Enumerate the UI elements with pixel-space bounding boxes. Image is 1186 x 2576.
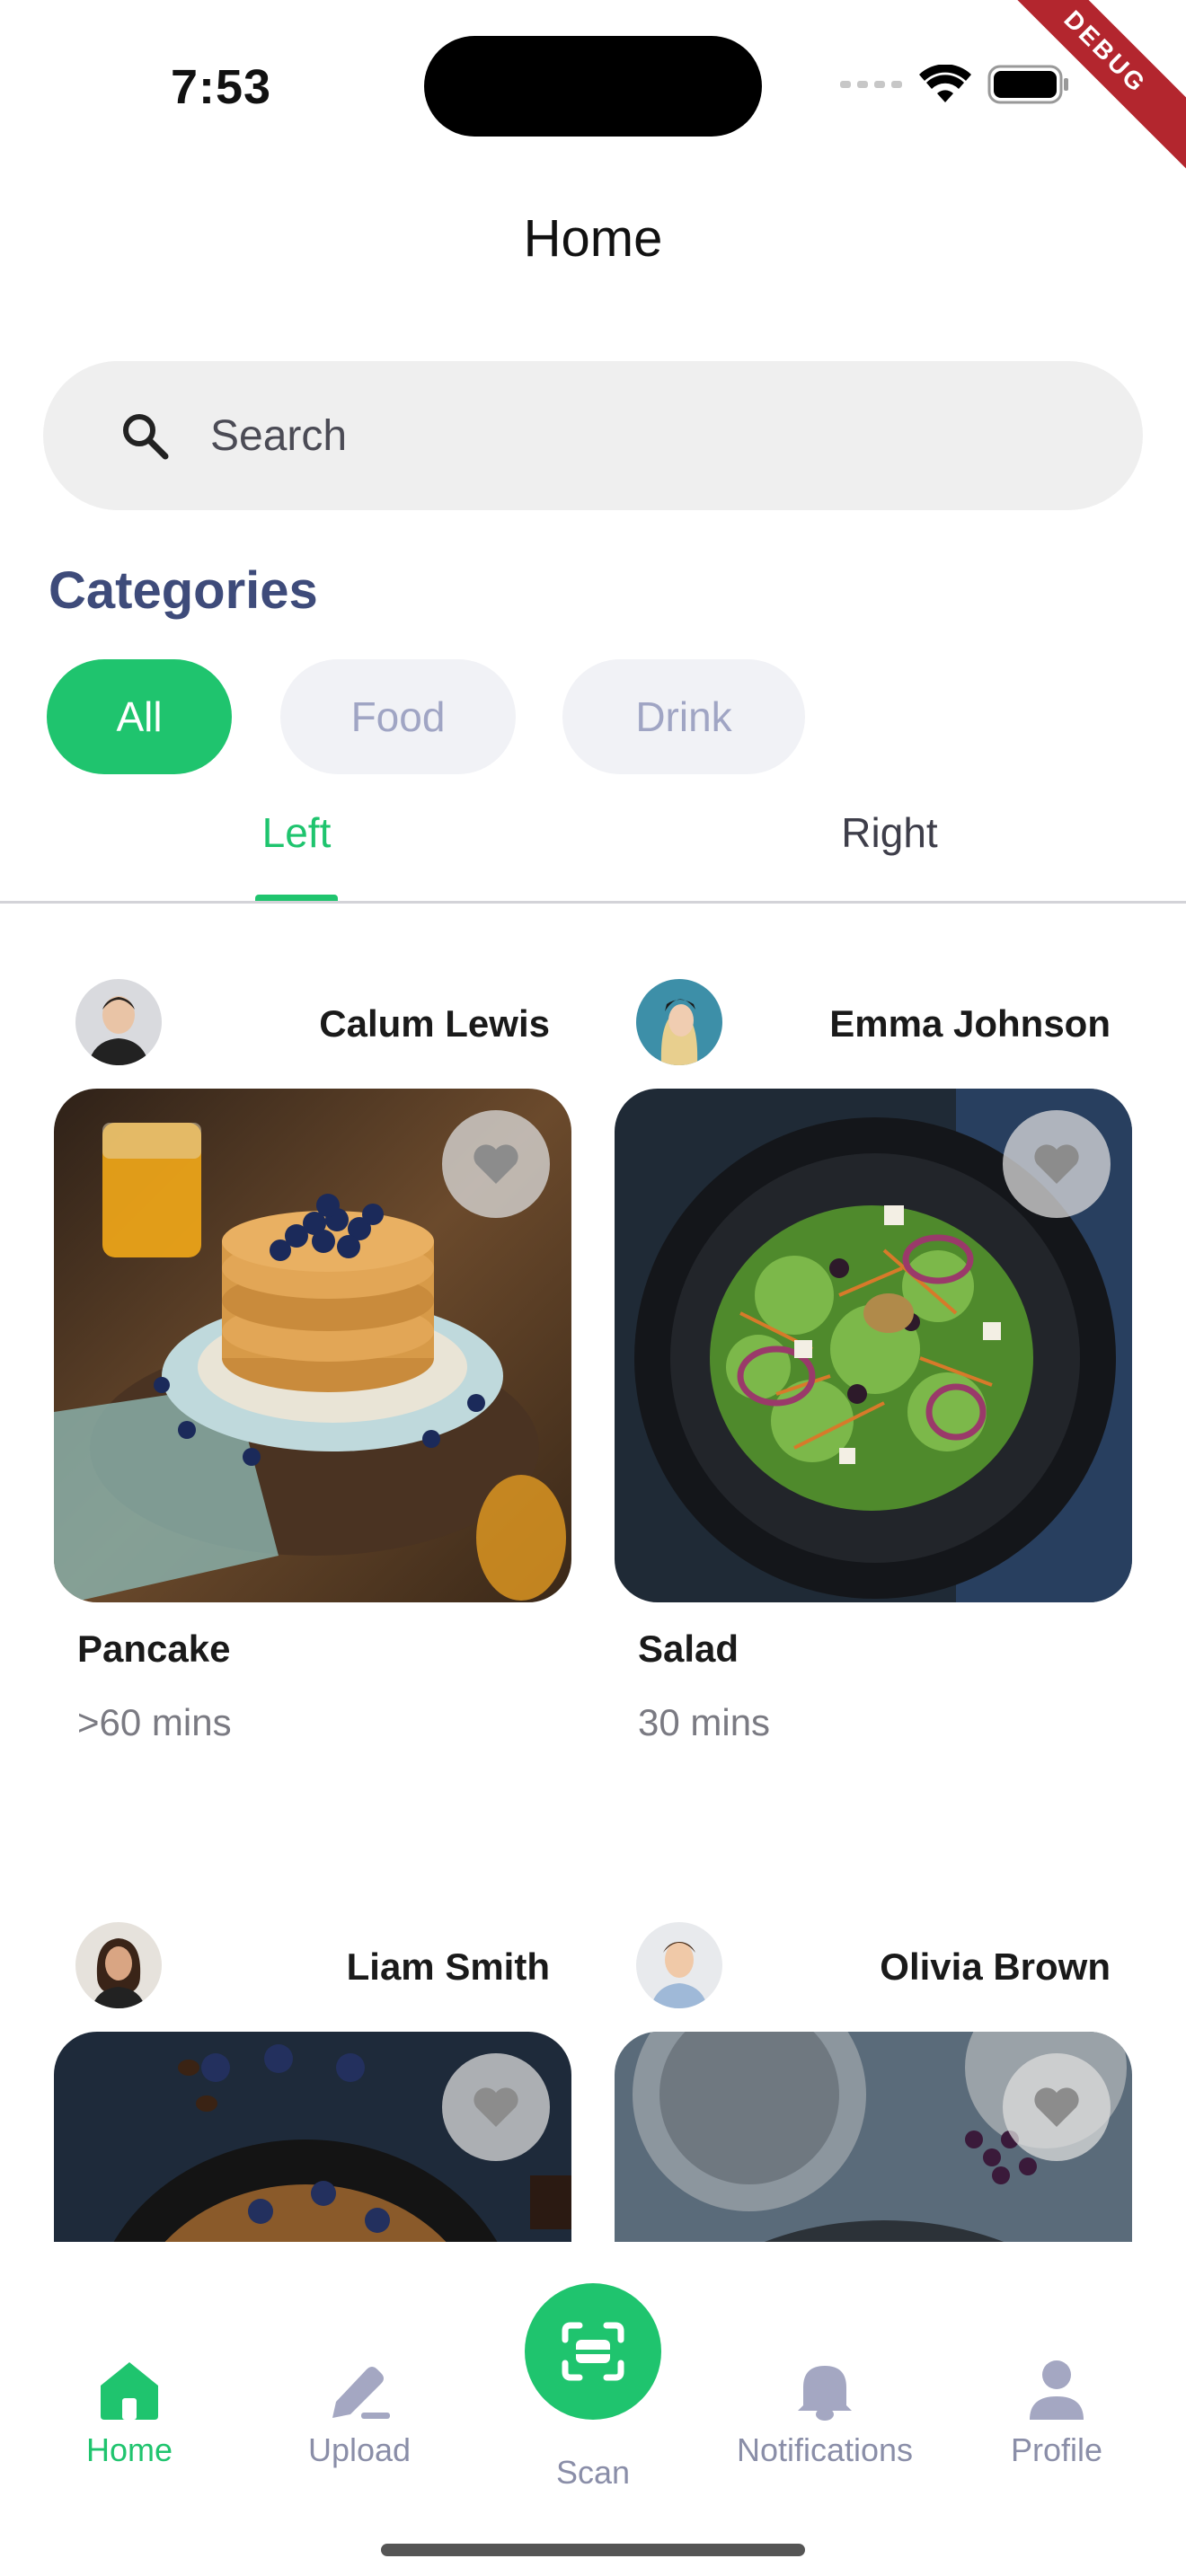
home-indicator — [381, 2544, 805, 2556]
recipe-feed[interactable]: Calum Lewis Pancake >60 mins Emma Johnso… — [0, 904, 1186, 2242]
search-bar[interactable] — [43, 361, 1143, 510]
tab-left[interactable]: Left — [0, 808, 593, 857]
pencil-icon — [332, 2367, 390, 2419]
person-icon — [1030, 2360, 1084, 2420]
search-input[interactable] — [210, 410, 1019, 461]
avatar[interactable] — [75, 979, 162, 1065]
recipe-photo[interactable] — [615, 1089, 1132, 1602]
nav-item-profile[interactable]: Profile — [958, 2359, 1155, 2469]
page-title: Home — [523, 209, 663, 268]
status-icons — [840, 65, 1070, 104]
favorite-button[interactable] — [442, 2053, 550, 2161]
avatar[interactable] — [75, 1922, 162, 2008]
recipe-author: Calum Lewis — [319, 1002, 550, 1045]
nav-label: Notifications — [736, 2431, 914, 2468]
recipe-time: >60 mins — [77, 1701, 232, 1743]
nav-label: Upload — [307, 2431, 412, 2468]
heart-icon — [1034, 1144, 1079, 1184]
recipe-photo[interactable] — [54, 2032, 571, 2242]
nav-item-notifications[interactable]: Notifications — [726, 2359, 924, 2469]
categories-heading: Categories — [49, 561, 318, 620]
favorite-button[interactable] — [1003, 1110, 1111, 1218]
recipe-photo[interactable] — [54, 1089, 571, 1602]
recipe-name: Pancake — [77, 1628, 231, 1670]
cellular-signal-icon — [840, 81, 902, 88]
nav-item-upload[interactable]: Upload — [261, 2359, 458, 2469]
nav-item-home[interactable]: Home — [31, 2359, 228, 2469]
nav-label: Profile — [1010, 2431, 1103, 2468]
category-chip-all[interactable]: All — [47, 659, 232, 774]
recipe-time: 30 mins — [638, 1701, 771, 1743]
nav-label: Home — [85, 2431, 173, 2468]
scan-button[interactable] — [525, 2283, 661, 2420]
tab-right[interactable]: Right — [593, 808, 1186, 857]
recipe-name: Salad — [638, 1628, 739, 1670]
home-icon — [101, 2362, 158, 2420]
avatar[interactable] — [636, 1922, 722, 2008]
dynamic-island — [424, 36, 762, 137]
bell-icon — [798, 2366, 852, 2421]
heart-icon — [1034, 2087, 1079, 2127]
search-icon — [123, 414, 169, 460]
scan-icon — [562, 2322, 624, 2381]
nav-label-scan: Scan — [555, 2454, 631, 2491]
battery-icon — [987, 65, 1068, 104]
heart-icon — [474, 1144, 518, 1184]
recipe-author: Olivia Brown — [880, 1945, 1111, 1988]
wifi-icon — [919, 65, 971, 102]
favorite-button[interactable] — [1003, 2053, 1111, 2161]
recipe-author: Liam Smith — [346, 1945, 550, 1988]
status-time: 7:53 — [171, 60, 272, 114]
category-chip-drink[interactable]: Drink — [562, 659, 805, 774]
recipe-author: Emma Johnson — [829, 1002, 1111, 1045]
favorite-button[interactable] — [442, 1110, 550, 1218]
heart-icon — [474, 2087, 518, 2127]
bottom-nav: Home Upload Scan Notifications Profile — [0, 2242, 1186, 2576]
category-chip-food[interactable]: Food — [280, 659, 516, 774]
recipe-photo[interactable] — [615, 2032, 1132, 2242]
avatar[interactable] — [636, 979, 722, 1065]
